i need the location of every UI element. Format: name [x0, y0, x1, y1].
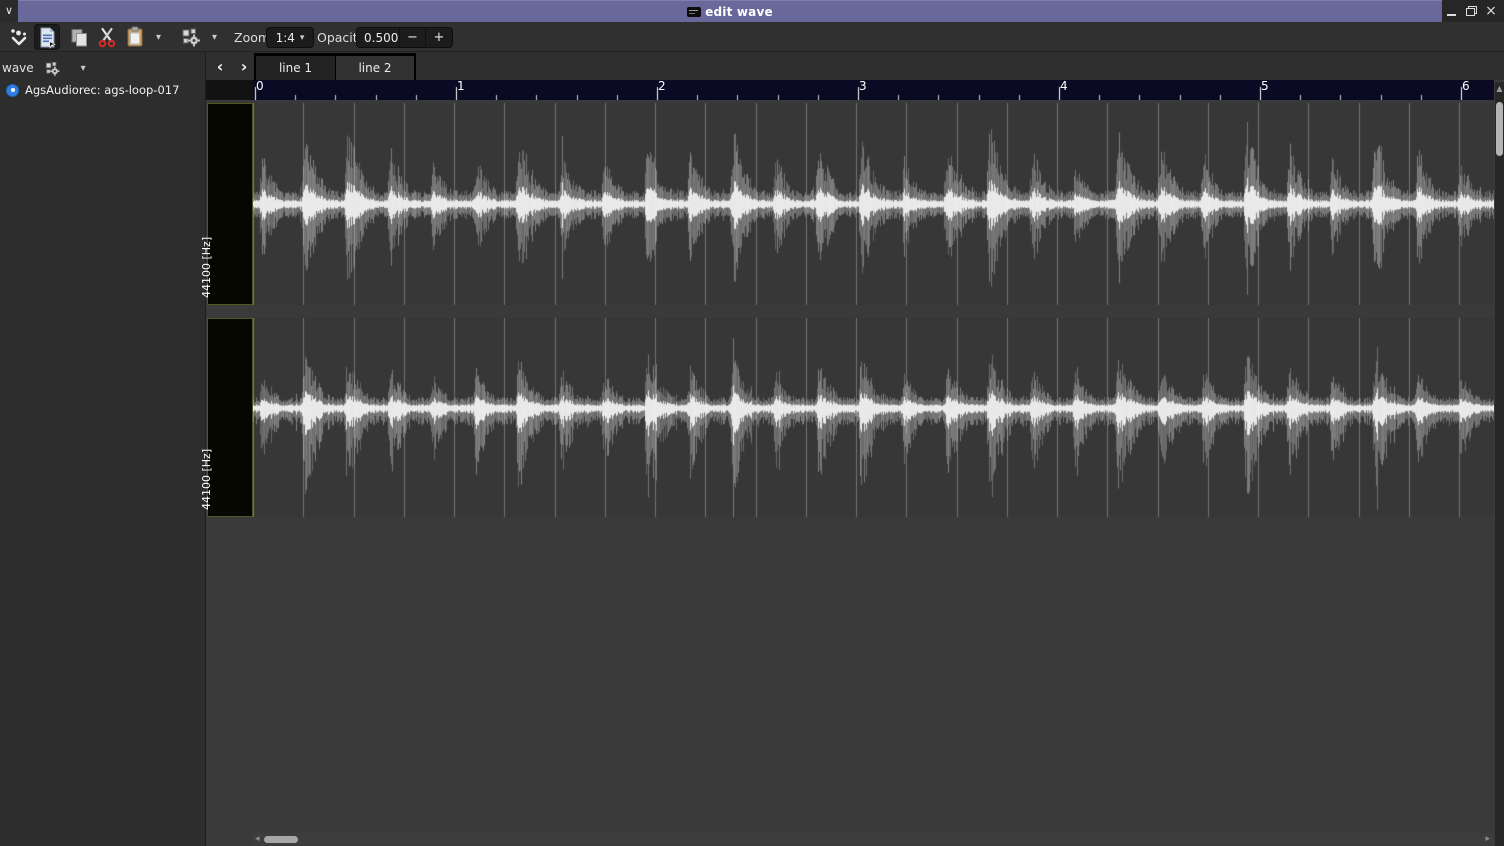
titlebar-drag-area[interactable]: edit wave: [18, 0, 1442, 22]
tools-icon: [180, 26, 202, 48]
ruler-unit-label: 0: [256, 80, 264, 93]
position-tool-button[interactable]: [6, 24, 32, 50]
ruler-corner: [206, 80, 253, 100]
wave-panel-0: 44100 [Hz]: [207, 103, 1494, 305]
nav-back-button[interactable]: ‹: [210, 54, 230, 78]
opacity-spinbutton: 0.500 − +: [356, 27, 453, 48]
edit-overflow-caret-icon[interactable]: ▾: [156, 24, 161, 50]
nav-forward-button[interactable]: ›: [234, 54, 254, 78]
machine-label: AgsAudiorec: ags-loop-017: [25, 83, 179, 97]
horizontal-scrollbar[interactable]: ◂ ▸: [253, 833, 1494, 845]
paste-tool-button[interactable]: [122, 24, 148, 50]
zoom-combobox[interactable]: 1:4 ▾: [266, 27, 314, 48]
titlebar: ∨ edit wave ×: [0, 0, 1504, 22]
scroll-right-arrow-icon[interactable]: ▸: [1485, 833, 1490, 845]
waveform-area-1[interactable]: [253, 318, 1494, 517]
minimize-icon: [1447, 14, 1456, 16]
paste-icon: [124, 25, 146, 49]
window-menu-button[interactable]: ∨: [0, 0, 18, 22]
machine-gears-icon: [44, 60, 61, 77]
ruler-unit-label: 4: [1060, 80, 1068, 93]
edit-tool-button[interactable]: [34, 24, 60, 50]
tools-overflow-caret-icon[interactable]: ▾: [212, 24, 217, 50]
tab-line-2[interactable]: line 2: [336, 56, 414, 80]
waveform-canvas-1[interactable]: [253, 318, 1494, 517]
opacity-decrement-button[interactable]: −: [400, 28, 426, 47]
copy-icon: [68, 26, 90, 48]
vertical-scrollbar[interactable]: ▲ ▼: [1495, 82, 1504, 846]
window-controls: ×: [1442, 0, 1504, 22]
sample-rate-label-0: 44100 [Hz]: [200, 237, 213, 298]
wave-selector-row: wave ▾: [2, 58, 86, 78]
tab-line-1[interactable]: line 1: [256, 56, 335, 80]
zoom-value: 1:4: [276, 31, 295, 45]
window-title: edit wave: [705, 5, 773, 19]
waveform-canvas-0[interactable]: [253, 103, 1494, 305]
close-button[interactable]: ×: [1484, 3, 1498, 19]
copy-tool-button[interactable]: [66, 24, 92, 50]
horizontal-scrollbar-thumb[interactable]: [264, 836, 298, 843]
line-tabstrip: line 1 line 2: [254, 53, 416, 80]
opacity-increment-button[interactable]: +: [426, 28, 452, 47]
timeline-ruler[interactable]: 0 1 2 3 4 5 6: [253, 80, 1494, 100]
edit-wave-window: ∨ edit wave ×: [0, 0, 1504, 846]
zoom-caret-icon: ▾: [300, 33, 305, 43]
ruler-unit-label: 2: [658, 80, 666, 93]
vertical-scrollbar-thumb[interactable]: [1496, 102, 1503, 156]
wave-selector-label: wave: [2, 61, 34, 75]
cut-icon: [96, 26, 118, 48]
ruler-unit-label: 1: [457, 80, 465, 93]
position-tool-icon: [8, 26, 30, 48]
machine-sidebar: wave ▾ AgsAudiorec: ags-loop-017: [0, 52, 206, 846]
ruler-unit-label: 3: [859, 80, 867, 93]
minimize-button[interactable]: [1444, 3, 1458, 19]
wave-panel-1: 44100 [Hz]: [207, 318, 1494, 517]
waveform-area-0[interactable]: [253, 103, 1494, 305]
wave-selector-caret-icon[interactable]: ▾: [71, 63, 86, 74]
opacity-value-field[interactable]: 0.500: [357, 28, 400, 47]
cut-tool-button[interactable]: [94, 24, 120, 50]
toolbar: ▾ ▾ Zoom 1:4 ▾ Opacity 0.500 − +: [0, 22, 1504, 52]
edit-tool-icon: [37, 26, 57, 49]
sample-rate-strip-0: 44100 [Hz]: [207, 103, 253, 305]
app-icon: [687, 7, 701, 17]
restore-icon: [1466, 6, 1477, 16]
sample-rate-label-1: 44100 [Hz]: [200, 449, 213, 510]
scroll-left-arrow-icon[interactable]: ◂: [255, 833, 260, 845]
zoom-label: Zoom: [234, 24, 270, 50]
sample-rate-strip-1: 44100 [Hz]: [207, 318, 253, 517]
tools-menu-button[interactable]: [178, 24, 204, 50]
scroll-up-arrow-icon[interactable]: ▲: [1495, 84, 1504, 93]
machine-radio-row[interactable]: AgsAudiorec: ags-loop-017: [6, 81, 179, 99]
restore-button[interactable]: [1464, 3, 1478, 19]
ruler-ticks-canvas: [253, 80, 1494, 100]
ruler-unit-label: 5: [1261, 80, 1269, 93]
wave-editor: ‹ › line 1 line 2 0 1 2 3 4 5 6 44100 [Hz] 441…: [206, 52, 1504, 846]
machine-radio-icon[interactable]: [6, 84, 19, 97]
ruler-unit-label: 6: [1462, 80, 1470, 93]
